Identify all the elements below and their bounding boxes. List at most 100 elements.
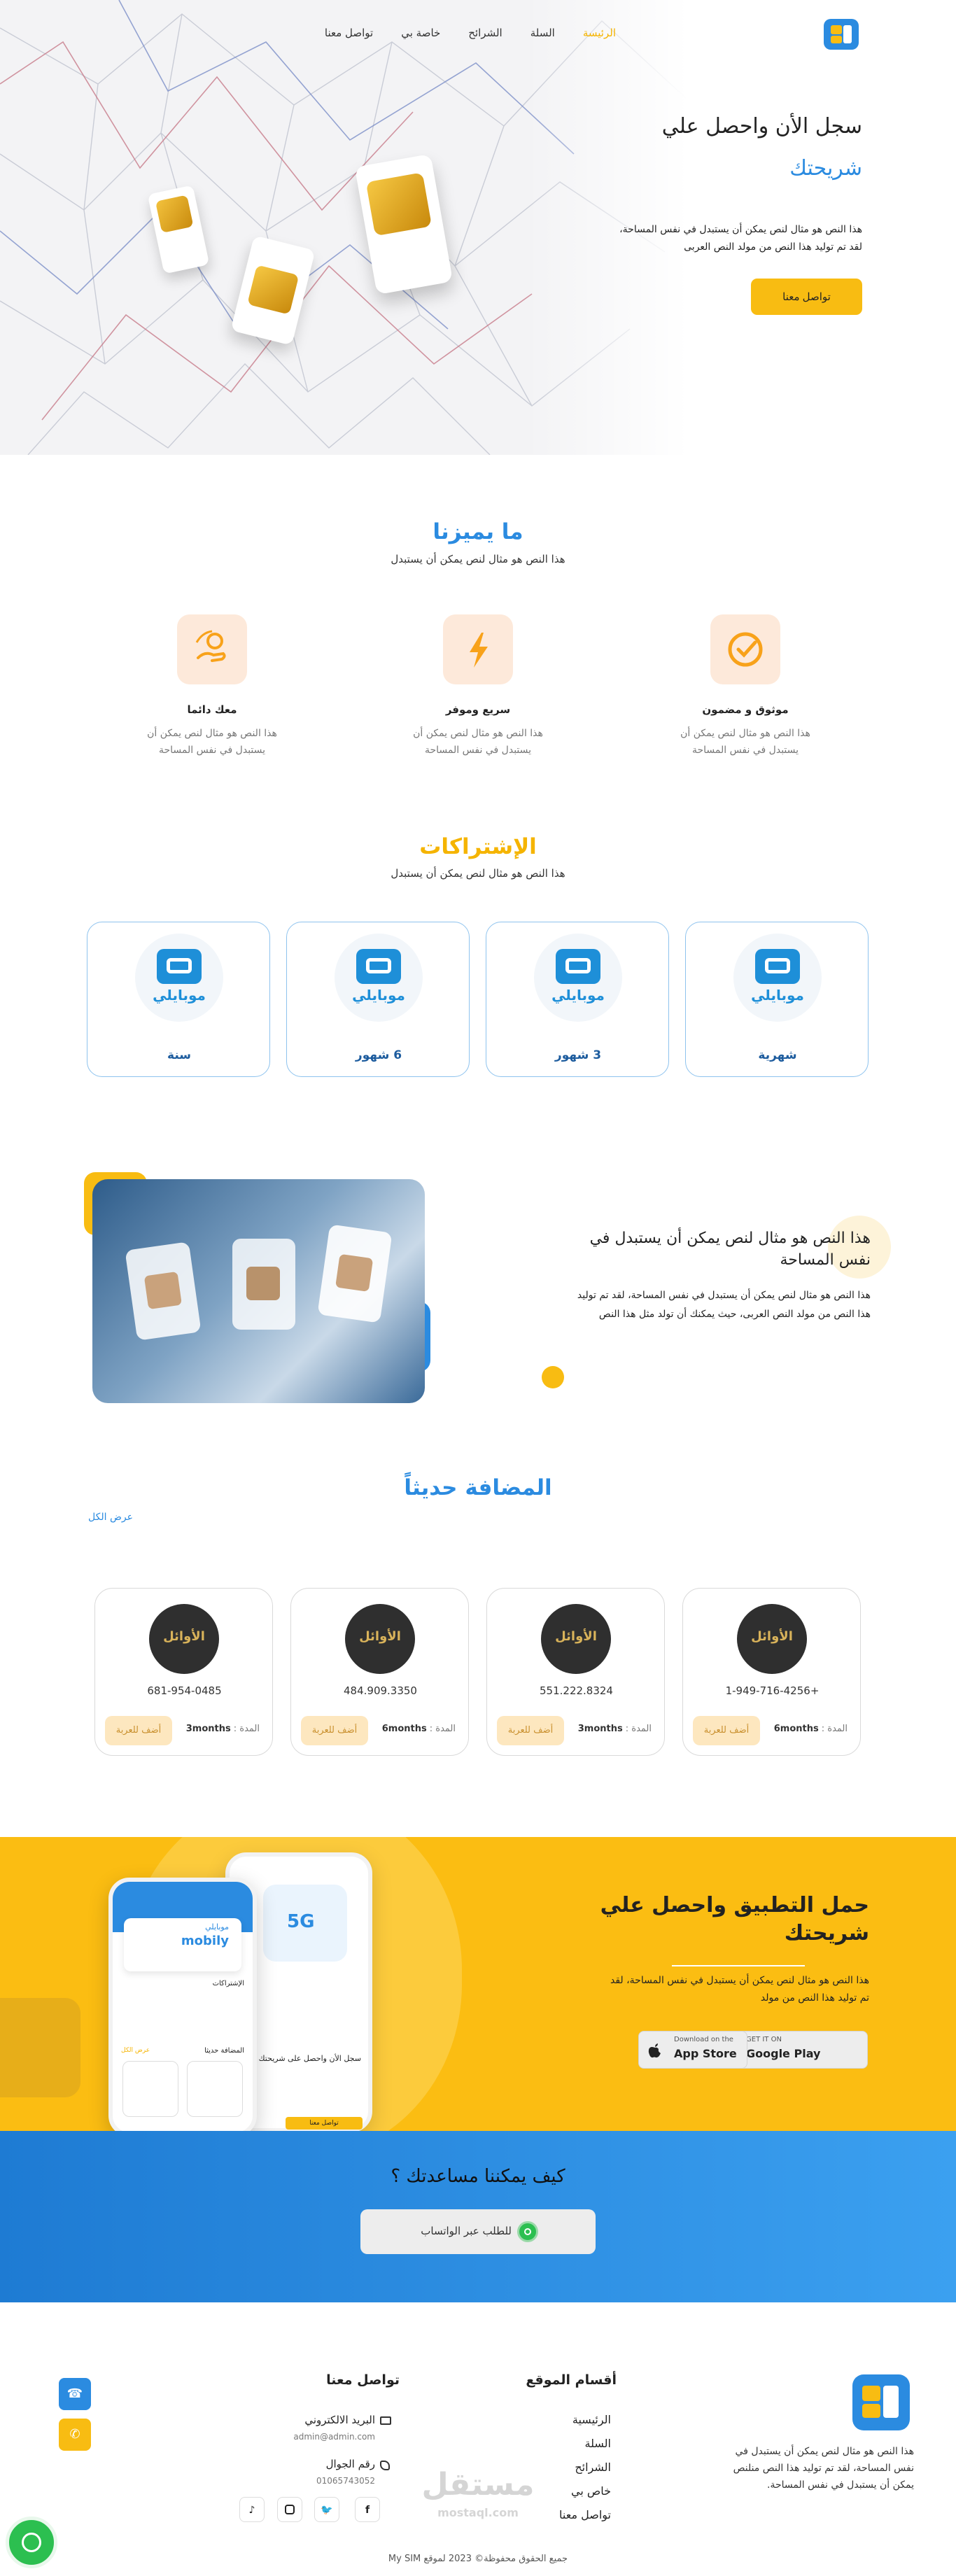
phone2-button: تواصل معنا bbox=[286, 2117, 363, 2130]
phone1-viewall-label: عرض الكل bbox=[121, 2047, 150, 2054]
footer-email-value: admin@admin.com bbox=[293, 2432, 375, 2442]
footer-about-line3: يمكن أن يستبدل في نفس المساحة. bbox=[767, 2479, 914, 2491]
mobily-logo: موبايلي bbox=[135, 934, 223, 1022]
mail-icon bbox=[380, 2416, 391, 2425]
app-title-line2: شريحتك bbox=[784, 1921, 869, 1945]
add-to-cart-button[interactable]: أضف للعربة bbox=[497, 1716, 564, 1745]
subscriptions-title: الإشتراكات bbox=[419, 834, 537, 859]
feature-text-line2: يستبدل في نفس المساحة bbox=[158, 745, 266, 756]
features-subtitle: هذا النص هو مثال لنص يمكن أن يستبدل bbox=[391, 553, 565, 565]
footer-link-mine[interactable]: خاص بي bbox=[571, 2484, 611, 2498]
product-card[interactable]: الأوائل 551.222.8324 المدة : 3months أضف… bbox=[486, 1588, 665, 1756]
app-store-button[interactable]: Download on the App Store bbox=[638, 2031, 747, 2069]
help-section: كيف يمكننا مساعدتك ؟ للطلب عبر الواتساب bbox=[0, 2131, 956, 2302]
decor-left-block bbox=[0, 1998, 80, 2097]
app-title-line1: حمل التطبيق واحصل علي bbox=[600, 1893, 869, 1917]
recent-view-all-link[interactable]: عرض الكل bbox=[88, 1512, 133, 1523]
subscription-card-monthly[interactable]: موبايلي شهرية bbox=[685, 922, 869, 1077]
add-to-cart-button[interactable]: أضف للعربة bbox=[693, 1716, 760, 1745]
product-phone: +1-949-716-4256 bbox=[725, 1684, 820, 1697]
hero-text-line2: لقد تم توليد هذا النص من مولد النص العرب… bbox=[684, 241, 862, 253]
subscription-card-yearly[interactable]: موبايلي سنة bbox=[87, 922, 270, 1077]
nav-item-cart[interactable]: السلة bbox=[530, 27, 555, 39]
decor-circle-light bbox=[828, 1216, 891, 1279]
nav-item-contact[interactable]: تواصل معنا bbox=[325, 27, 373, 39]
footer-link-home[interactable]: الرئيسية bbox=[572, 2413, 611, 2426]
feature-item-trusted: موثوق و مضمون هذا النص هو مثال لنص يمكن … bbox=[654, 614, 836, 768]
mobily-logo: موبايلي bbox=[733, 934, 822, 1022]
floating-whatsapp-button[interactable] bbox=[6, 2517, 57, 2568]
subscription-label: شهرية bbox=[758, 1048, 797, 1062]
product-card[interactable]: الأوائل 681-954-0485 المدة : 3months أضف… bbox=[94, 1588, 273, 1756]
mobily-logo: موبايلي bbox=[335, 934, 423, 1022]
phone1-banner: mobily موبايلي bbox=[124, 1918, 241, 1971]
about-text-line1: هذا النص هو مثال لنص يمكن أن يستبدل في ن… bbox=[577, 1290, 871, 1301]
mobily-logo: موبايلي bbox=[534, 934, 622, 1022]
footer-link-cart[interactable]: السلة bbox=[585, 2437, 611, 2450]
add-to-cart-button[interactable]: أضف للعربة bbox=[301, 1716, 368, 1745]
product-card[interactable]: الأوائل 484.909.3350 المدة : 6months أضف… bbox=[290, 1588, 469, 1756]
whatsapp-icon bbox=[517, 2221, 538, 2242]
feature-text-line2: يستبدل في نفس المساحة bbox=[691, 745, 799, 756]
feature-item-support: معك دائما هذا النص هو مثال لنص يمكن أن ي… bbox=[121, 614, 303, 768]
side-whatsapp-button[interactable]: ✆ bbox=[59, 2419, 91, 2451]
hero-title-accent: شريحتك bbox=[789, 156, 862, 181]
app-title-underline bbox=[672, 1965, 805, 1966]
product-logo: الأوائل bbox=[345, 1604, 415, 1674]
feature-title: معك دائما bbox=[187, 703, 237, 716]
mostaql-watermark: مستقل mostaql.com bbox=[421, 2467, 535, 2519]
social-twitter-button[interactable]: 🐦 bbox=[314, 2497, 339, 2522]
about-title-line2: نفس المساحة bbox=[780, 1251, 871, 1269]
about-section: هذا النص هو مثال لنص يمكن أن يستبدل في ن… bbox=[0, 1134, 956, 1442]
phone1-section-label: الإشتراكات bbox=[212, 1980, 244, 1987]
check-badge-icon bbox=[728, 632, 763, 667]
about-image bbox=[92, 1179, 425, 1403]
app-text-line1: هذا النص هو مثال لنص يمكن أن يستبدل في ن… bbox=[610, 1975, 869, 1986]
site-logo[interactable] bbox=[824, 19, 859, 50]
product-duration: المدة : 3months bbox=[577, 1724, 652, 1734]
product-phone: 484.909.3350 bbox=[344, 1684, 417, 1697]
feature-text-line1: هذا النص هو مثال لنص يمكن أن bbox=[147, 728, 277, 739]
whatsapp-order-button[interactable]: للطلب عبر الواتساب bbox=[360, 2209, 596, 2254]
hero-section: سجل الأن واحصل علي شريحتك هذا النص هو مث… bbox=[0, 0, 956, 455]
product-logo: الأوائل bbox=[541, 1604, 611, 1674]
hero-title: سجل الأن واحصل علي bbox=[661, 114, 862, 139]
subscription-card-6-months[interactable]: موبايلي 6 شهور bbox=[286, 922, 470, 1077]
main-nav: الرئيسة السلة الشرائح خاصة بي تواصل معنا bbox=[325, 27, 616, 39]
subscription-label: سنة bbox=[167, 1048, 191, 1062]
add-to-cart-button[interactable]: أضف للعربة bbox=[105, 1716, 172, 1745]
hero-text-line1: هذا النص هو مثال لنص يمكن أن يستبدل في ن… bbox=[619, 224, 862, 235]
hero-contact-button[interactable]: تواصل معنا bbox=[751, 279, 862, 315]
product-duration: المدة : 3months bbox=[185, 1724, 260, 1734]
social-instagram-button[interactable] bbox=[277, 2497, 302, 2522]
feature-item-fast: سريع وموفر هذا النص هو مثال لنص يمكن أن … bbox=[387, 614, 569, 768]
product-duration: المدة : 6months bbox=[773, 1724, 848, 1734]
subscription-card-3-months[interactable]: موبايلي 3 شهور bbox=[486, 922, 669, 1077]
product-phone: 551.222.8324 bbox=[540, 1684, 613, 1697]
footer-email-label: البريد الالكتروني bbox=[304, 2414, 375, 2426]
copyright: جميع الحقوق محفوظة© 2023 لموقع My SIM bbox=[388, 2554, 568, 2564]
nav-item-sims[interactable]: الشرائح bbox=[468, 27, 502, 39]
phone-icon bbox=[380, 2461, 390, 2470]
product-logo: الأوائل bbox=[737, 1604, 807, 1674]
features-title: ما يميزنا bbox=[433, 519, 523, 544]
subscription-label: 6 شهور bbox=[355, 1048, 402, 1062]
site-header: الرئيسة السلة الشرائح خاصة بي تواصل معنا bbox=[0, 0, 956, 66]
footer-link-contact[interactable]: تواصل معنا bbox=[559, 2508, 611, 2521]
feature-text-line1: هذا النص هو مثال لنص يمكن أن bbox=[680, 728, 810, 739]
footer-contact-title: تواصل معنا bbox=[326, 2372, 400, 2388]
footer-link-sims[interactable]: الشرائح bbox=[575, 2461, 611, 2474]
subscriptions-section: الإشتراكات هذا النص هو مثال لنص يمكن أن … bbox=[0, 805, 956, 1134]
subscriptions-subtitle: هذا النص هو مثال لنص يمكن أن يستبدل bbox=[391, 867, 565, 880]
product-phone: 681-954-0485 bbox=[147, 1684, 222, 1697]
nav-item-home[interactable]: الرئيسة bbox=[583, 27, 616, 39]
whatsapp-icon bbox=[22, 2533, 41, 2552]
product-card[interactable]: الأوائل +1-949-716-4256 المدة : 6months … bbox=[682, 1588, 861, 1756]
nav-item-mine[interactable]: خاصة بي bbox=[401, 27, 440, 39]
social-facebook-button[interactable]: f bbox=[355, 2497, 380, 2522]
footer-phone-label: رقم الجوال bbox=[325, 2458, 375, 2470]
footer-phone-value: 01065743052 bbox=[316, 2476, 375, 2486]
social-tiktok-button[interactable]: ♪ bbox=[239, 2497, 265, 2522]
side-phone-button[interactable]: ☎ bbox=[59, 2378, 91, 2410]
apple-icon bbox=[648, 2043, 661, 2058]
